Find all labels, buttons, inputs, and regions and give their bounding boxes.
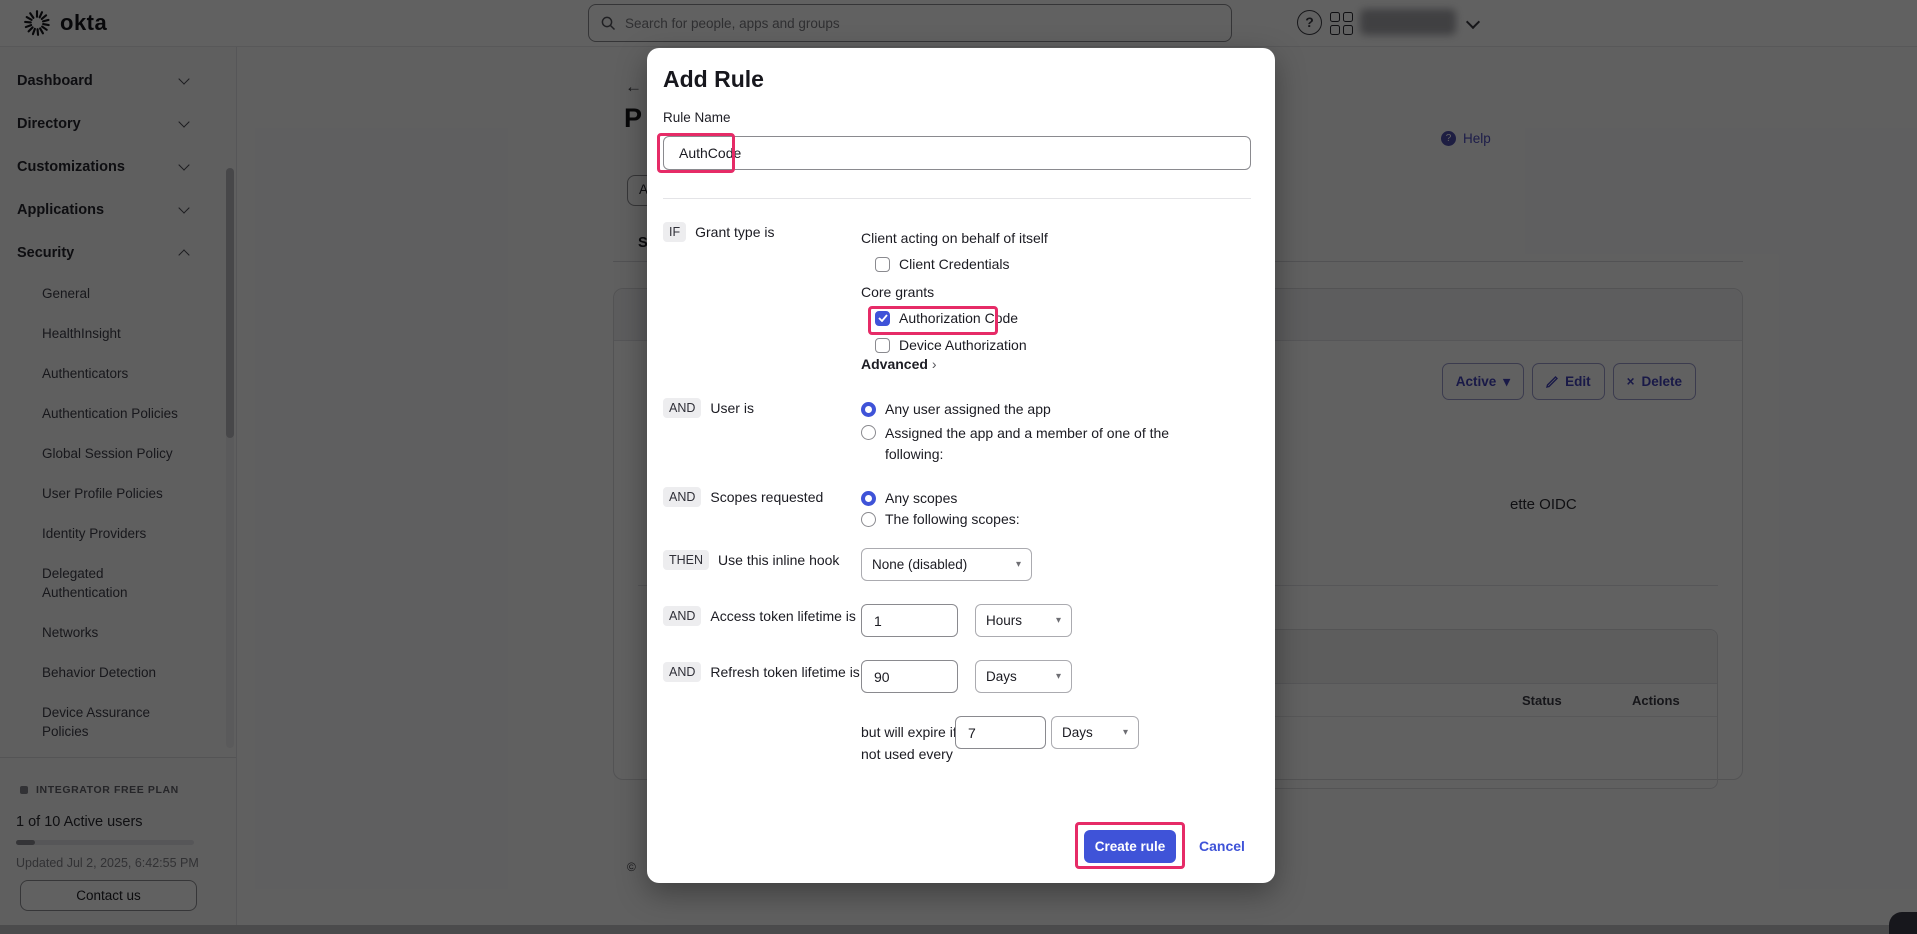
grant-type-label: Grant type is — [695, 224, 774, 240]
user-is-row: AND User is — [663, 398, 754, 418]
inline-hook-label: Use this inline hook — [718, 552, 839, 568]
inline-hook-select[interactable]: None (disabled) ▾ — [861, 548, 1032, 581]
checkbox-unchecked-icon[interactable] — [875, 338, 890, 353]
access-token-label: Access token lifetime is — [710, 608, 856, 624]
expire-value-input[interactable] — [955, 716, 1046, 749]
grant-group2-label: Core grants — [861, 284, 934, 300]
scopes-row: AND Scopes requested — [663, 487, 823, 507]
caret-down-icon: ▾ — [1016, 549, 1021, 580]
access-token-row: AND Access token lifetime is — [663, 606, 856, 626]
create-rule-button[interactable]: Create rule — [1084, 830, 1176, 863]
access-token-unit-select[interactable]: Hours ▾ — [975, 604, 1072, 637]
client-credentials-option[interactable]: Client Credentials — [875, 256, 1010, 272]
any-scopes-option[interactable]: Any scopes — [861, 490, 957, 506]
refresh-token-label: Refresh token lifetime is — [710, 664, 859, 680]
then-badge: THEN — [663, 550, 709, 570]
rule-name-input[interactable] — [663, 136, 1251, 170]
radio-selected-icon[interactable] — [861, 402, 876, 417]
advanced-link[interactable]: Advanced› — [861, 356, 937, 372]
refresh-token-value-input[interactable] — [861, 660, 958, 693]
chevron-right-icon: › — [932, 356, 937, 372]
checkbox-unchecked-icon[interactable] — [875, 257, 890, 272]
add-rule-dialog: Add Rule Rule Name IF Grant type is Clie… — [647, 48, 1275, 883]
scopes-label: Scopes requested — [710, 489, 823, 505]
expire-unit-select[interactable]: Days ▾ — [1051, 716, 1139, 749]
user-is-label: User is — [710, 400, 754, 416]
and-badge: AND — [663, 606, 701, 626]
access-token-value-input[interactable] — [861, 604, 958, 637]
radio-selected-icon[interactable] — [861, 491, 876, 506]
authorization-code-option[interactable]: Authorization Code — [875, 310, 1018, 326]
checkbox-checked-icon[interactable] — [875, 311, 890, 326]
grant-type-row: IF Grant type is — [663, 222, 774, 242]
caret-down-icon: ▾ — [1123, 717, 1128, 748]
caret-down-icon: ▾ — [1056, 605, 1061, 636]
any-user-option[interactable]: Any user assigned the app — [861, 401, 1051, 417]
dialog-divider — [663, 198, 1251, 199]
refresh-token-unit-select[interactable]: Days ▾ — [975, 660, 1072, 693]
caret-down-icon: ▾ — [1056, 661, 1061, 692]
inline-hook-row: THEN Use this inline hook — [663, 550, 839, 570]
radio-unselected-icon[interactable] — [861, 512, 876, 527]
device-authorization-option[interactable]: Device Authorization — [875, 337, 1027, 353]
and-badge: AND — [663, 398, 701, 418]
radio-unselected-icon[interactable] — [861, 425, 876, 440]
following-scopes-option[interactable]: The following scopes: — [861, 511, 1020, 527]
refresh-token-row: AND Refresh token lifetime is — [663, 662, 860, 682]
and-badge: AND — [663, 662, 701, 682]
dialog-title: Add Rule — [663, 66, 764, 93]
expire-label-line1: but will expire if — [861, 724, 957, 740]
assigned-member-option[interactable]: Assigned the app and a member of one of … — [861, 423, 1195, 465]
if-badge: IF — [663, 222, 686, 242]
corner-widget[interactable] — [1889, 912, 1917, 934]
rule-name-label: Rule Name — [663, 110, 731, 125]
expire-label-line2: not used every — [861, 746, 953, 762]
cancel-button[interactable]: Cancel — [1199, 838, 1245, 854]
grant-group1-label: Client acting on behalf of itself — [861, 230, 1048, 246]
and-badge: AND — [663, 487, 701, 507]
